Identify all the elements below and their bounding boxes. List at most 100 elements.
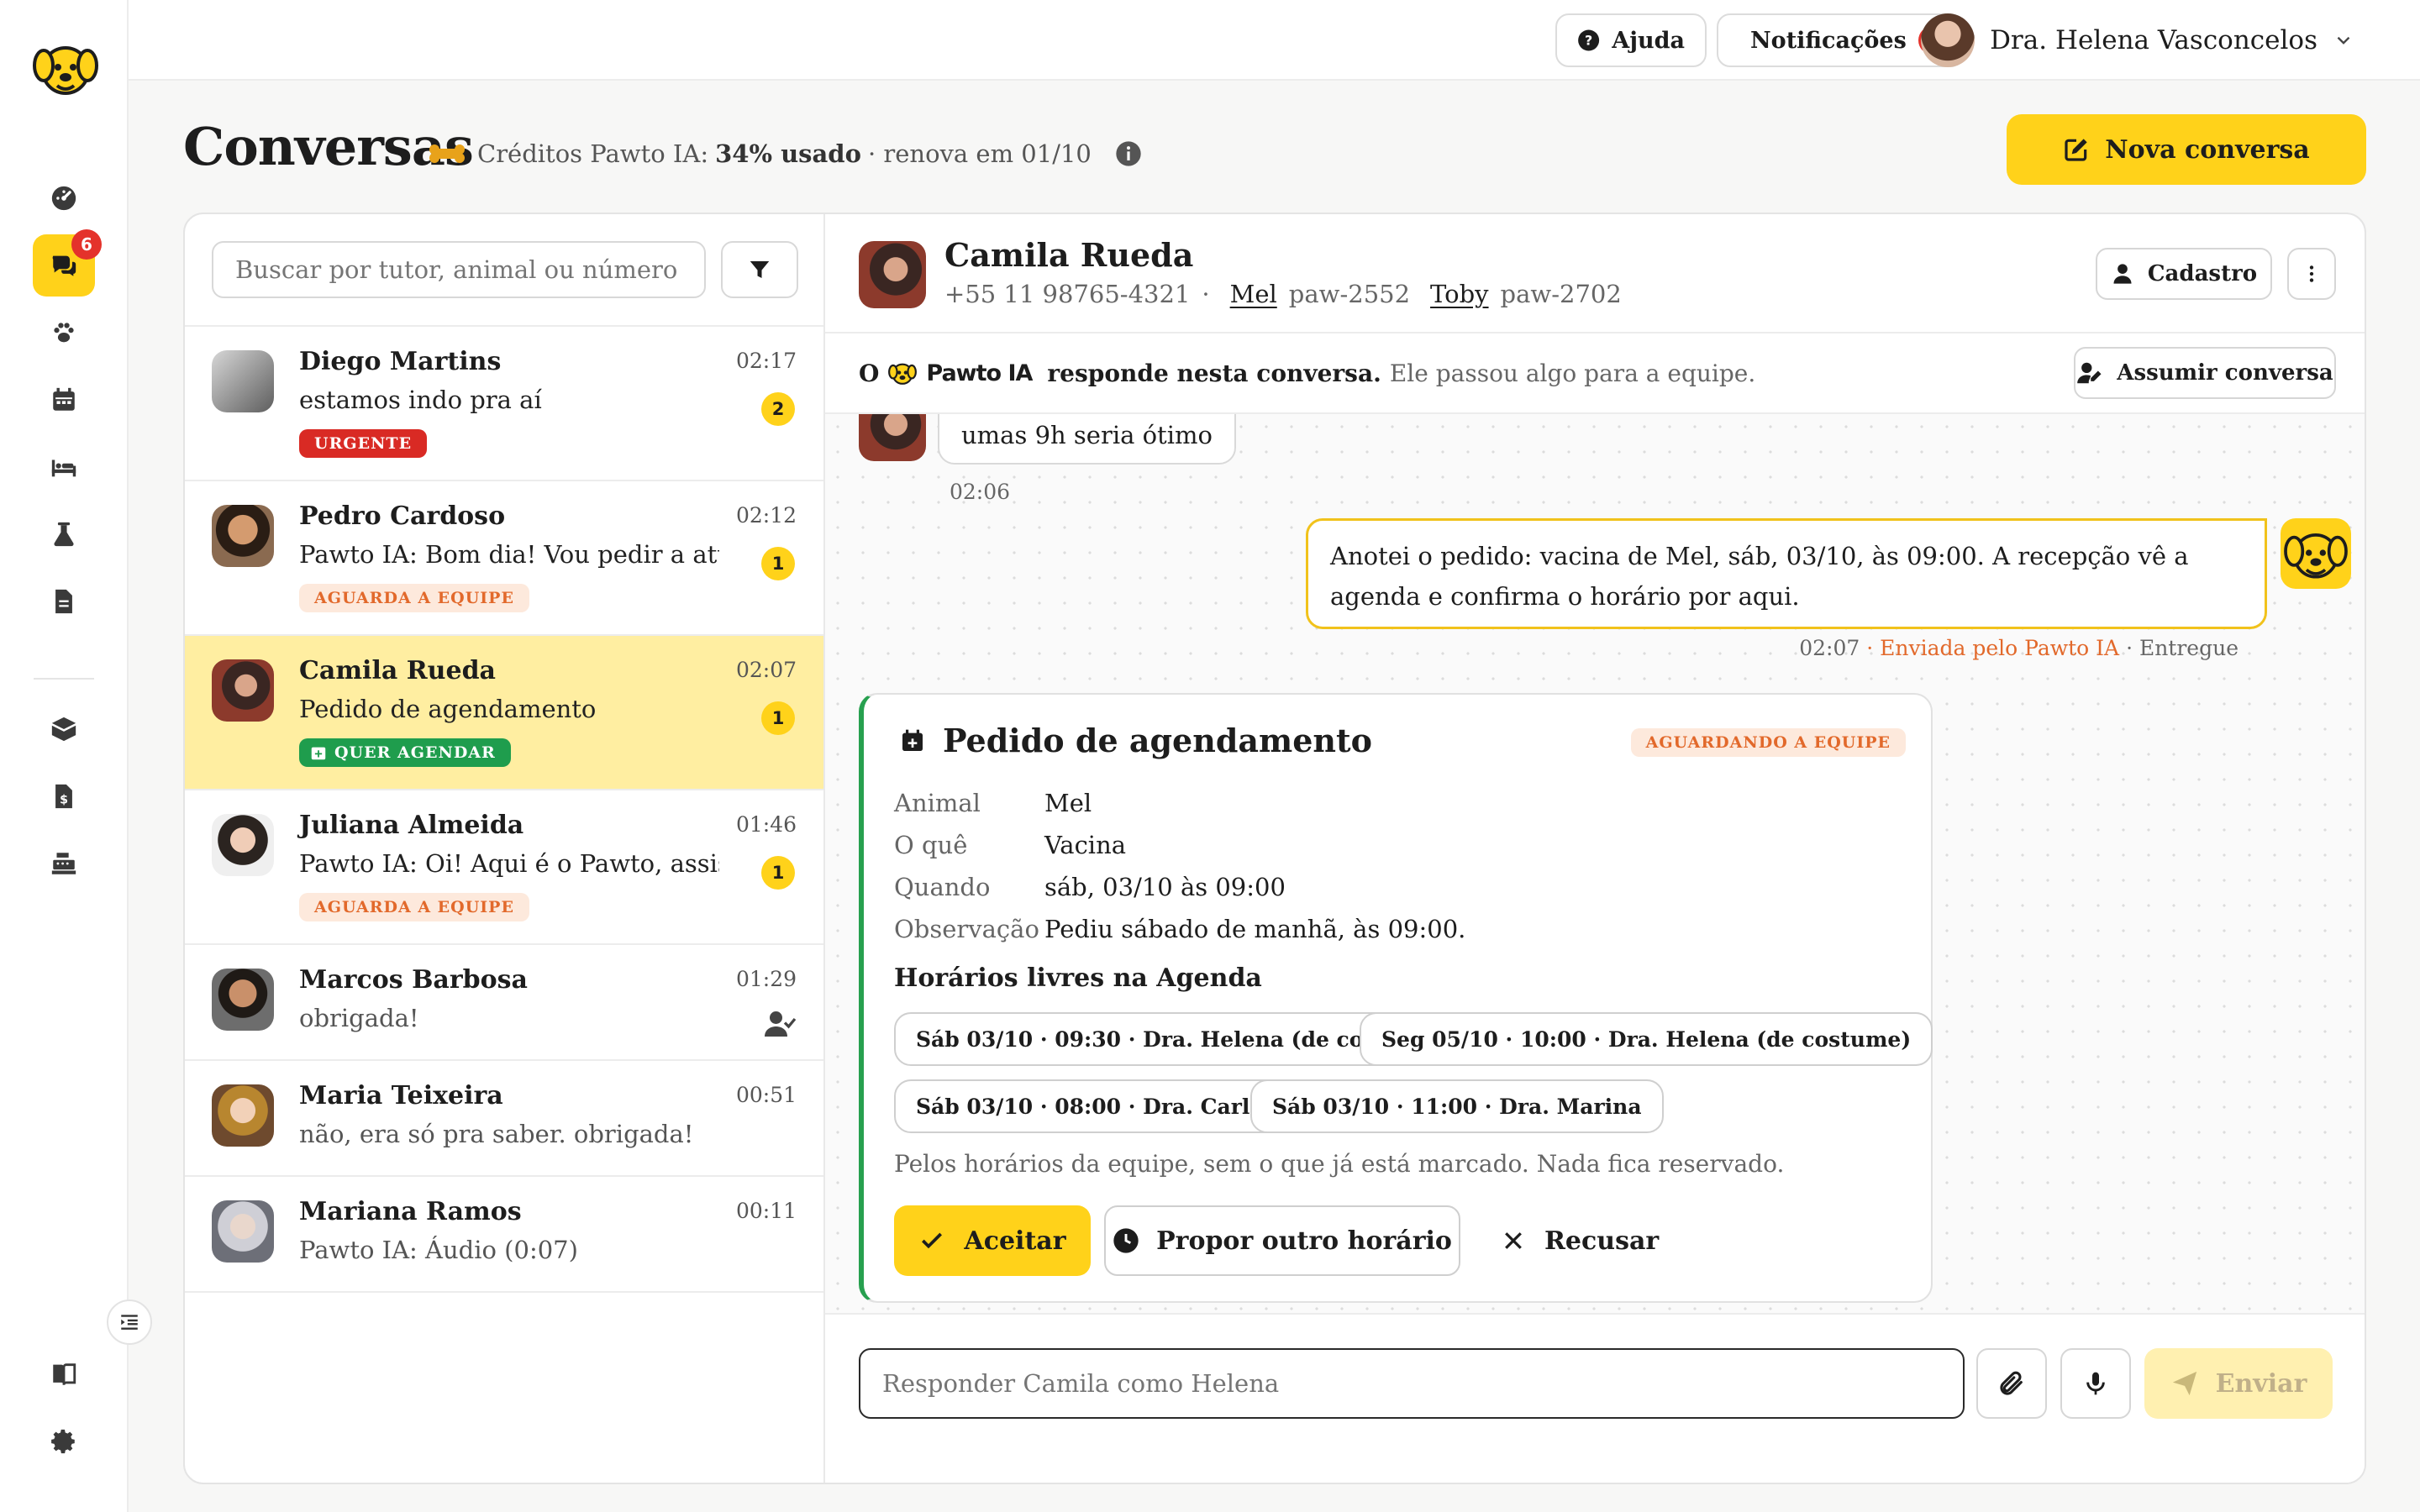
sidebar: 6 $ [0,0,129,1512]
clock-icon [1113,1228,1139,1253]
conversation-list: Diego Martins estamos indo pra aí 02:17 … [185,214,825,1483]
document-icon [55,589,72,614]
nav-patients[interactable] [33,302,95,364]
nav-billing[interactable]: $ [33,765,95,827]
nav-help-docs[interactable] [33,1343,95,1405]
outgoing-message: Anotei o pedido: vacina de Mel, sáb, 03/… [1306,518,2267,629]
nav-cashier[interactable] [33,832,95,895]
pet-id-mel: paw-2552 [1288,280,1411,308]
paw-icon [54,323,74,343]
conversation-item-maria-teixeira[interactable]: Maria Teixeira não, era só pra saber. ob… [185,1061,823,1177]
message-composer: Enviar [825,1313,2365,1483]
calendar-plus-icon [902,729,923,751]
send-label: Enviar [2215,1368,2307,1399]
reply-input[interactable] [859,1348,1965,1419]
flask-icon [54,522,74,547]
conversation-item-mariana-ramos[interactable]: Mariana Ramos Pawto IA: Áudio (0:07) 00:… [185,1177,823,1293]
message-preview: obrigada! [299,1004,419,1032]
pet-link-mel[interactable]: Mel [1230,280,1277,308]
scheduling-request-card: Pedido de agendamento AGUARDANDO A EQUIP… [859,693,1933,1303]
message-preview: Pawto IA: Bom dia! Vou pedir a atuali... [299,540,719,569]
search-input[interactable] [212,241,706,298]
notifications-label: Notificações [1750,27,1907,54]
field-label-what: O quê [894,831,968,859]
contact-avatar [212,350,274,412]
question-circle-icon: ? [1578,29,1600,51]
status-tag-label: QUER AGENDAR [334,743,496,762]
field-value-animal: Mel [1044,789,1092,817]
status-tag: AGUARDA A EQUIPE [299,584,529,612]
profile-button[interactable]: Cadastro [2096,248,2272,300]
edit-icon [2065,139,2087,161]
nav-conversations[interactable]: 6 [33,229,102,297]
help-button[interactable]: ? Ajuda [1555,13,1707,67]
pet-link-toby[interactable]: Toby [1430,280,1489,308]
chat-contact-details: +55 11 98765-4321 · Mel paw-2552 Toby pa… [944,280,1622,308]
free-slots-title: Horários livres na Agenda [894,963,1262,993]
svg-text:$: $ [60,794,68,807]
new-conversation-label: Nova conversa [2105,134,2310,165]
voice-button[interactable] [2060,1348,2131,1419]
message-thread[interactable]: umas 9h seria ótimo 02:06 Anotei o pedid… [825,414,2365,1313]
separator-dot: · [1202,280,1210,308]
status-tag: QUER AGENDAR [299,738,511,767]
filter-button[interactable] [721,241,798,298]
conversation-item-juliana-almeida[interactable]: Juliana Almeida Pawto IA: Oi! Aqui é o P… [185,790,823,945]
slot-option[interactable]: Seg 05/10 · 10:00 · Dra. Helena (de cost… [1360,1012,1933,1066]
user-icon [2113,264,2132,284]
slot-option[interactable]: Sáb 03/10 · 11:00 · Dra. Marina [1250,1079,1664,1133]
nav-inventory[interactable] [33,698,95,760]
message-preview: Pawto IA: Áudio (0:07) [299,1236,578,1264]
chat-view: Camila Rueda +55 11 98765-4321 · Mel paw… [825,214,2365,1483]
collapse-sidebar-button[interactable] [107,1299,152,1345]
pawto-mascot-icon [888,363,918,385]
new-conversation-button[interactable]: Nova conversa [2007,114,2366,185]
contact-name: Marcos Barbosa [299,965,528,995]
message-time: 00:51 [735,1083,797,1107]
nav-calendar[interactable] [33,369,95,431]
conversation-item-pedro-cardoso[interactable]: Pedro Cardoso Pawto IA: Bom dia! Vou ped… [185,481,823,636]
propose-time-button[interactable]: Propor outro horário [1104,1205,1460,1276]
nav-lab[interactable] [33,503,95,565]
assume-conversation-button[interactable]: Assumir conversa [2074,347,2336,399]
user-check-icon [765,1011,797,1037]
attach-button[interactable] [1976,1348,2047,1419]
conversation-item-camila-rueda[interactable]: Camila Rueda Pedido de agendamento 02:07… [185,636,823,790]
chat-contact-avatar [859,241,926,308]
outgoing-message-time: 02:07 [1799,636,1860,660]
more-options-button[interactable] [2287,248,2336,300]
accept-button[interactable]: Aceitar [894,1205,1091,1276]
refuse-button[interactable]: Recusar [1486,1205,1674,1276]
contact-avatar [212,814,274,876]
contact-name: Pedro Cardoso [299,501,506,531]
indent-list-icon [121,1315,138,1330]
conversation-item-diego-martins[interactable]: Diego Martins estamos indo pra aí 02:17 … [185,327,823,481]
chat-bubbles-icon [52,255,76,276]
conversation-item-marcos-barbosa[interactable]: Marcos Barbosa obrigada! 01:29 [185,945,823,1061]
banner-bold-text: responde nesta conversa. [1047,359,1381,387]
pawto-logo[interactable] [30,35,101,101]
message-preview: estamos indo pra aí [299,386,542,414]
nav-documents[interactable] [33,570,95,633]
invoice-icon: $ [55,784,72,809]
slot-option[interactable]: Sáb 03/10 · 08:00 · Dra. Carla [894,1079,1286,1133]
status-tag: AGUARDA A EQUIPE [299,893,529,921]
nav-hospitalization[interactable] [33,436,95,498]
nav-settings[interactable] [33,1410,95,1473]
profile-label: Cadastro [2147,261,2258,286]
send-button[interactable]: Enviar [2144,1348,2333,1419]
gear-icon [51,1429,75,1454]
user-menu[interactable]: Dra. Helena Vasconcelos [1921,12,2354,69]
pawto-mascot-icon [2284,533,2348,579]
sidebar-divider [34,678,94,680]
field-label-animal: Animal [894,789,981,817]
info-icon[interactable] [1115,140,1142,167]
book-icon [53,1363,76,1386]
microphone-icon [2086,1372,2105,1395]
nav-dashboard[interactable] [33,167,95,229]
top-bar: ? Ajuda Notificações 7 Dra. Helena Vasco… [129,0,2420,81]
send-icon [2172,1371,2196,1396]
contact-name: Maria Teixeira [299,1081,503,1110]
check-icon [922,1232,943,1249]
request-title: Pedido de agendamento [943,722,1372,759]
